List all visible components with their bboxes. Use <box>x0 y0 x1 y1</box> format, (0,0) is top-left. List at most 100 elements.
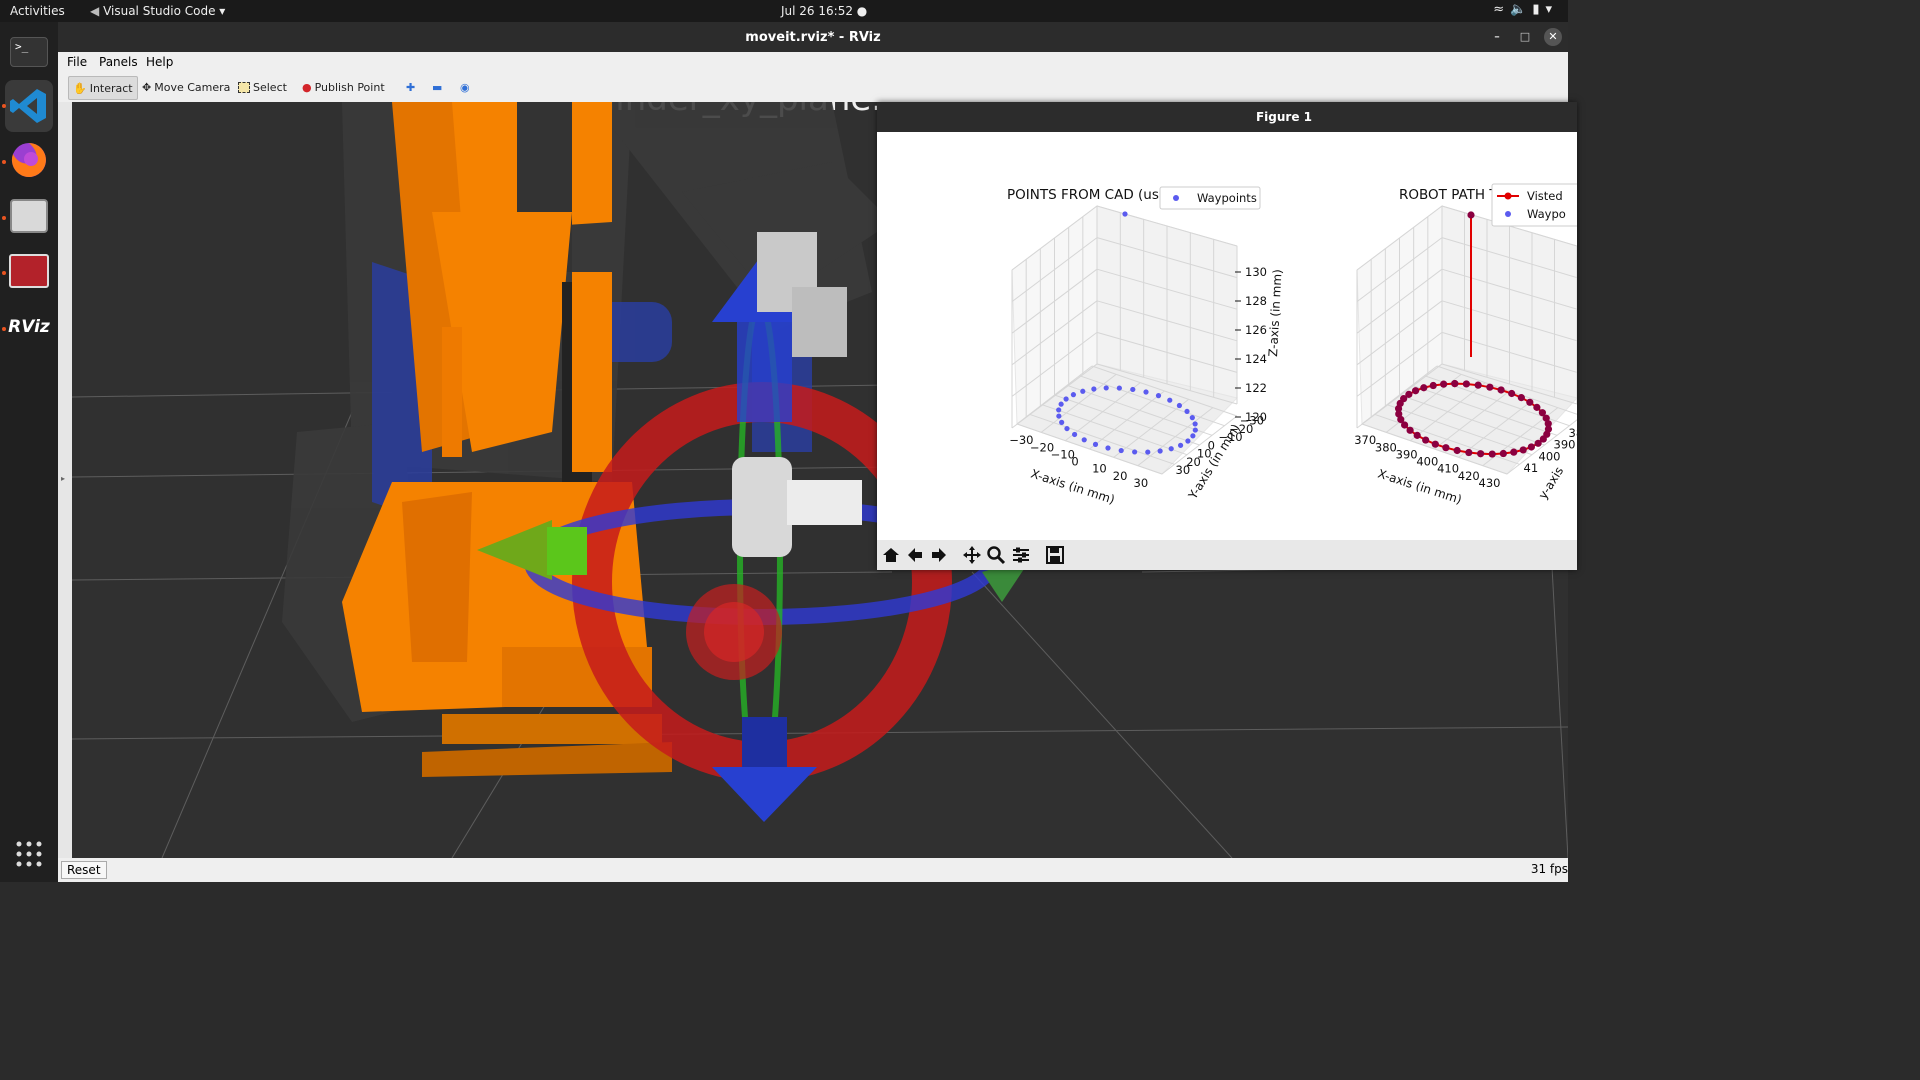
x-tick-label: 420 <box>1458 469 1480 483</box>
visited-marker <box>1465 448 1473 457</box>
interact-tool[interactable]: ✋ Interact <box>68 76 138 100</box>
y-tick-label: 41 <box>1524 461 1539 475</box>
configure-icon[interactable] <box>1011 545 1031 565</box>
terminal-launcher[interactable]: >_ <box>5 28 53 76</box>
waypoint-marker <box>1168 446 1174 452</box>
back-arrow-icon[interactable] <box>905 545 925 565</box>
menu-help[interactable]: Help <box>146 55 173 69</box>
waypoint-marker <box>1177 442 1184 448</box>
select-box-icon <box>238 81 250 93</box>
menu-file[interactable]: File <box>67 55 87 69</box>
vscode-launcher[interactable] <box>5 80 53 132</box>
minimize-button[interactable]: – <box>1488 28 1506 46</box>
battery-icon: ▮ <box>1532 2 1546 17</box>
terminal-icon: >_ <box>10 37 48 67</box>
x-tick-label: 390 <box>1396 447 1418 461</box>
home-icon[interactable] <box>881 545 901 565</box>
clock[interactable]: Jul 26 16:52 ● <box>781 4 867 18</box>
select-tool[interactable]: Select <box>234 76 291 98</box>
remove-tool-button[interactable]: ▬ <box>428 76 446 98</box>
files-launcher[interactable] <box>5 192 53 240</box>
waypoint-marker <box>1145 449 1151 455</box>
move-camera-tool[interactable]: ✥ Move Camera <box>138 76 234 98</box>
figure-canvas[interactable]: POINTS FROM CAD (using M Waypoints 120 12… <box>877 132 1605 540</box>
zoom-icon[interactable] <box>986 545 1006 565</box>
reset-button[interactable]: Reset <box>61 861 107 879</box>
legend-visited: Visted <box>1527 189 1563 203</box>
z-tick-label: 128 <box>1245 294 1267 308</box>
forward-arrow-icon[interactable] <box>929 545 949 565</box>
files-icon <box>10 199 48 233</box>
figure-titlebar[interactable]: Figure 1 <box>877 102 1577 132</box>
x-tick-label: 400 <box>1416 455 1438 469</box>
y-tick-label: 400 <box>1539 449 1561 463</box>
save-icon[interactable] <box>1045 545 1065 565</box>
pan-icon[interactable] <box>962 545 982 565</box>
x-tick-label: 0 <box>1071 455 1078 469</box>
legend-marker <box>1173 195 1179 201</box>
firefox-launcher[interactable] <box>5 136 53 184</box>
show-apps-button[interactable] <box>5 830 53 878</box>
system-tray[interactable]: ≈🔈▮▾ <box>1493 2 1558 17</box>
close-button[interactable]: ✕ <box>1544 28 1562 46</box>
visited-marker <box>1422 436 1430 444</box>
waypoint-marker <box>1132 449 1138 455</box>
waypoint-marker <box>1155 393 1162 399</box>
legend-waypoints: Waypo <box>1527 207 1566 221</box>
rviz-launcher[interactable]: RViz <box>5 303 53 351</box>
waypoint-marker <box>1091 386 1097 392</box>
waypoint-marker <box>1130 386 1136 393</box>
firefox-icon <box>11 143 46 177</box>
waypoint-marker <box>1192 421 1198 427</box>
visited-marker <box>1486 383 1494 391</box>
visited-marker <box>1508 389 1516 398</box>
visited-marker <box>1519 446 1527 454</box>
app-menu[interactable]: ◀ Visual Studio Code ▾ <box>90 4 225 18</box>
z-tick-label: 130 <box>1245 265 1267 279</box>
z-arrow-down <box>712 767 817 822</box>
chevron-down-icon: ▾ <box>219 4 226 18</box>
top-bar: Activities ◀ Visual Studio Code ▾ Jul 26… <box>0 0 1568 22</box>
add-tool-button[interactable]: ✚ <box>402 76 419 98</box>
view-options-button[interactable]: ◉ <box>456 76 474 98</box>
waypoint-marker <box>1056 407 1062 413</box>
visited-marker <box>1467 211 1475 219</box>
visited-marker <box>1440 380 1448 388</box>
waypoint-marker <box>1122 211 1128 217</box>
plot1-zticks: 120122124126128130 <box>1235 265 1267 424</box>
activities-button[interactable]: Activities <box>10 4 65 18</box>
waypoint-marker <box>1081 437 1087 443</box>
waypoint-marker <box>1116 385 1122 391</box>
running-dot <box>2 271 6 275</box>
panel-collapse-handle[interactable]: ▸ <box>58 102 72 858</box>
waypoint-marker <box>1103 385 1109 391</box>
visited-marker <box>1488 450 1496 458</box>
legend-waypoints: Waypoints <box>1197 191 1257 205</box>
waypoint-marker <box>1143 389 1149 395</box>
legend-marker <box>1505 211 1511 217</box>
window-titlebar[interactable]: moveit.rviz* - RViz – □ ✕ <box>58 22 1568 52</box>
eye-icon: ◉ <box>460 80 470 94</box>
waypoint-marker <box>1071 431 1078 438</box>
waypoint-marker <box>1056 413 1062 419</box>
publish-point-tool[interactable]: ● Publish Point <box>298 76 389 98</box>
visited-marker <box>1538 409 1547 417</box>
waypoint-marker <box>1157 448 1163 454</box>
menu-panels[interactable]: Panels <box>99 55 138 69</box>
figure-title: Figure 1 <box>1255 110 1313 124</box>
rviz-icon: RViz <box>8 317 50 337</box>
x-tick-label: 410 <box>1437 462 1459 476</box>
waypoint-marker <box>1118 447 1124 454</box>
z-axis-label: Z-axis (in mm) <box>1266 269 1285 357</box>
visited-marker <box>1453 446 1461 455</box>
maximize-button[interactable]: □ <box>1516 28 1534 46</box>
dock: >_ RViz <box>0 22 58 882</box>
visited-marker <box>1451 380 1459 388</box>
visited-marker <box>1499 449 1507 458</box>
app-launcher[interactable] <box>5 247 53 295</box>
visited-marker <box>1474 381 1482 389</box>
waypoint-marker <box>1092 441 1099 447</box>
wifi-icon: ≈ <box>1493 2 1511 17</box>
vscode-icon <box>10 89 46 123</box>
minus-icon: ▬ <box>432 80 443 94</box>
